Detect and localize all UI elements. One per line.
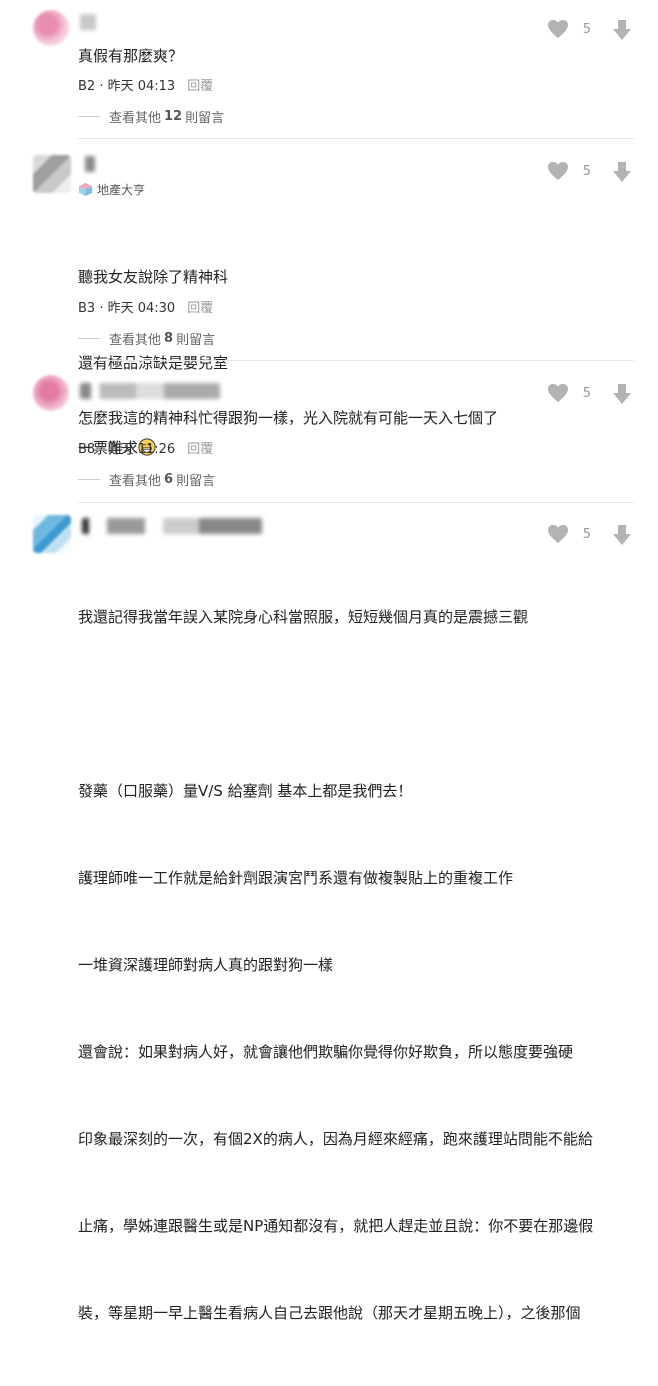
heart-icon[interactable] bbox=[547, 383, 569, 403]
like-count: 5 bbox=[582, 21, 591, 37]
comment-meta: B2 · 昨天 04:13 回覆 bbox=[78, 79, 214, 94]
comment-line: 印象最深刻的一次，有個2X的病人，因為月經來經痛，跑來護理站問能不能給 bbox=[78, 1130, 593, 1148]
avatar[interactable] bbox=[33, 515, 71, 553]
comment-line: 一堆資深護理師對病人真的跟對狗一樣 bbox=[78, 956, 334, 974]
reply-button[interactable]: 回覆 bbox=[187, 79, 213, 94]
reply-button[interactable]: 回覆 bbox=[187, 301, 213, 316]
heart-icon[interactable] bbox=[547, 161, 569, 181]
view-more-replies[interactable]: 查看其他 12 則留言 bbox=[78, 107, 224, 126]
comment-line: 還會說：如果對病人好，就會讓他們欺騙你覺得你好欺負，所以態度要強硬 bbox=[78, 1043, 574, 1061]
badge-label: 地產大亨 bbox=[97, 183, 146, 197]
comment-line: 裝，等星期一早上醫生看病人自己去跟他說（那天才星期五晚上），之後那個 bbox=[78, 1304, 581, 1322]
floor-number: B2 bbox=[78, 79, 96, 94]
author-name-blurred[interactable] bbox=[82, 518, 262, 534]
dash-divider bbox=[78, 116, 100, 117]
comment-meta: B3 · 昨天 04:30 回覆 bbox=[78, 301, 214, 316]
like-group: 5 bbox=[547, 383, 591, 403]
view-more-replies[interactable]: 查看其他 8 則留言 bbox=[78, 329, 215, 348]
divider bbox=[78, 360, 634, 361]
down-arrow-icon[interactable] bbox=[612, 383, 632, 405]
like-group: 5 bbox=[547, 19, 591, 39]
comment-line bbox=[78, 690, 593, 719]
reply-button[interactable]: 回覆 bbox=[187, 442, 213, 457]
heart-icon[interactable] bbox=[547, 19, 569, 39]
user-badge: 地產大亨 bbox=[78, 181, 145, 198]
heart-icon[interactable] bbox=[547, 524, 569, 544]
comment-line: 我還記得我當年誤入某院身心科當照服，短短幾個月真的是震撼三觀 bbox=[78, 608, 529, 626]
author-name-blurred[interactable] bbox=[85, 156, 95, 172]
comment-line: 發藥（口服藥）量V/S 給塞劑 基本上都是我們去！ bbox=[78, 782, 413, 800]
comment-text: 真假有那麼爽？ bbox=[78, 47, 184, 65]
avatar[interactable] bbox=[33, 375, 69, 411]
timestamp: 昨天 11:26 bbox=[107, 442, 176, 457]
timestamp: 昨天 04:13 bbox=[107, 79, 176, 94]
down-arrow-icon[interactable] bbox=[612, 161, 632, 183]
avatar[interactable] bbox=[33, 155, 71, 193]
author-name-blurred[interactable] bbox=[80, 383, 220, 399]
comment-text: 我還記得我當年誤入某院身心科當照服，短短幾個月真的是震撼三觀 發藥（口服藥）量V… bbox=[78, 545, 593, 1386]
cube-icon bbox=[78, 182, 93, 197]
like-count: 5 bbox=[582, 385, 591, 401]
comment-line: 還有極品涼缺是嬰兒室 bbox=[78, 353, 229, 372]
like-count: 5 bbox=[582, 526, 591, 542]
divider bbox=[78, 138, 634, 139]
down-arrow-icon[interactable] bbox=[612, 19, 632, 41]
dash-divider bbox=[78, 479, 100, 480]
view-more-replies[interactable]: 查看其他 6 則留言 bbox=[78, 470, 215, 489]
comment-line: 聽我女友說除了精神科 bbox=[78, 268, 229, 286]
comment-line: 護理師唯一工作就是給針劑跟演宮鬥系還有做複製貼上的重複工作 bbox=[78, 869, 514, 887]
like-group: 5 bbox=[547, 524, 591, 544]
timestamp: 昨天 04:30 bbox=[107, 301, 176, 316]
comment-text: 怎麼我這的精神科忙得跟狗一樣，光入院就有可能一天入七個了 bbox=[78, 409, 499, 427]
floor-number: B3 bbox=[78, 301, 96, 316]
down-arrow-icon[interactable] bbox=[612, 524, 632, 546]
comment-line: 止痛，學姊連跟醫生或是NP通知都沒有，就把人趕走並且說：你不要在那邊假 bbox=[78, 1217, 594, 1235]
like-count: 5 bbox=[582, 163, 591, 179]
author-name-blurred[interactable] bbox=[80, 14, 96, 30]
avatar[interactable] bbox=[33, 10, 69, 46]
dash-divider bbox=[78, 338, 100, 339]
floor-number: B8 bbox=[78, 442, 96, 457]
divider bbox=[78, 502, 634, 503]
comment-meta: B8 · 昨天 11:26 回覆 bbox=[78, 442, 214, 457]
like-group: 5 bbox=[547, 161, 591, 181]
